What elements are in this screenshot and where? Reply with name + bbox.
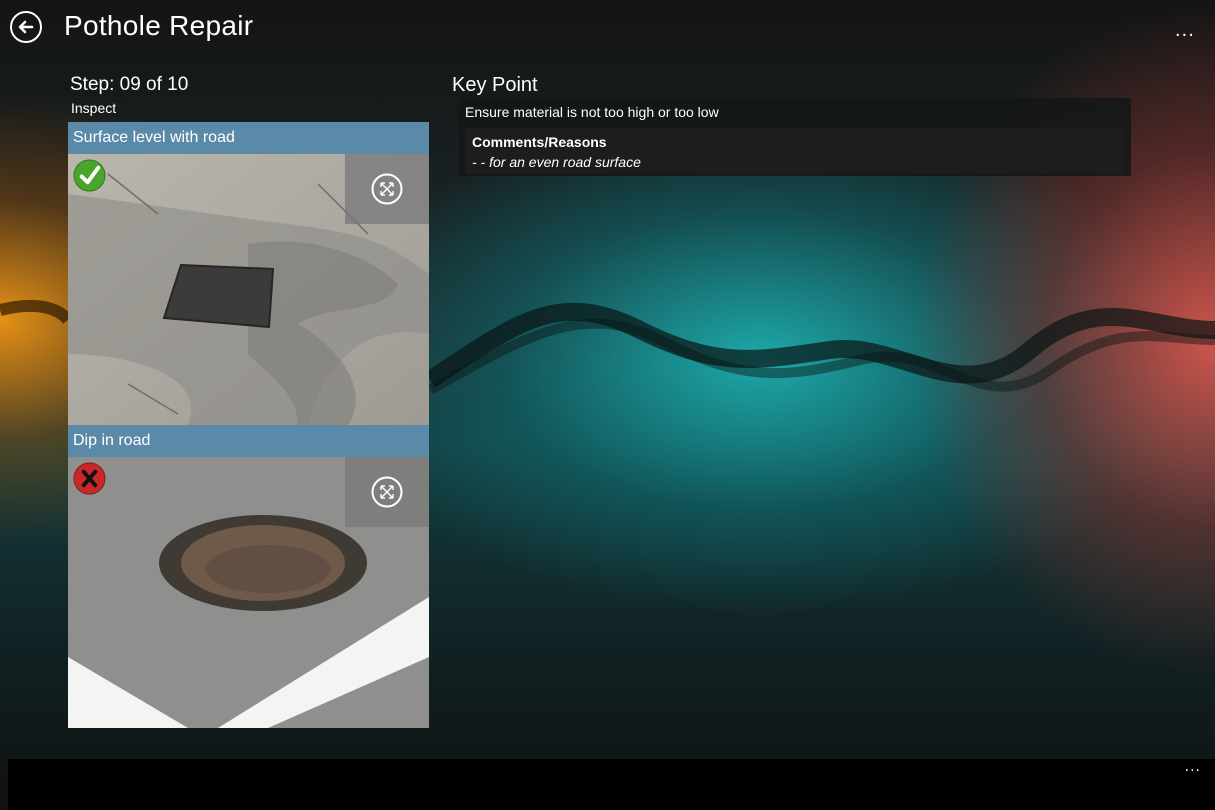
green-check-icon (73, 159, 106, 192)
red-x-icon (73, 462, 106, 495)
more-options-button[interactable]: ... (1175, 20, 1195, 41)
expand-image-button[interactable] (345, 457, 429, 527)
app-bar-more-button[interactable]: ... (1185, 759, 1201, 775)
expand-icon (371, 476, 403, 508)
step-subtitle: Inspect (71, 100, 117, 116)
road-photo-dip (68, 457, 429, 728)
key-point-text: Ensure material is not too high or too l… (465, 104, 719, 120)
key-point-panel: Ensure material is not too high or too l… (459, 98, 1131, 176)
expand-icon (371, 173, 403, 205)
app-bar: ... (8, 759, 1215, 810)
expand-image-button[interactable] (345, 154, 429, 224)
comments-box: Comments/Reasons - - for an even road su… (465, 128, 1123, 174)
comments-text: - - for an even road surface (472, 154, 641, 170)
page-title: Pothole Repair (64, 10, 254, 41)
card-label: Surface level with road (68, 122, 429, 154)
key-point-heading: Key Point (452, 74, 538, 96)
back-button[interactable] (10, 11, 42, 43)
example-card-correct: Surface level with road (68, 122, 429, 425)
comments-heading: Comments/Reasons (472, 134, 607, 150)
example-card-incorrect: Dip in road (68, 425, 429, 728)
step-counter: Step: 09 of 10 (70, 74, 189, 95)
card-label: Dip in road (68, 425, 429, 457)
road-photo-surface-level (68, 154, 429, 425)
back-arrow-icon (18, 20, 34, 34)
